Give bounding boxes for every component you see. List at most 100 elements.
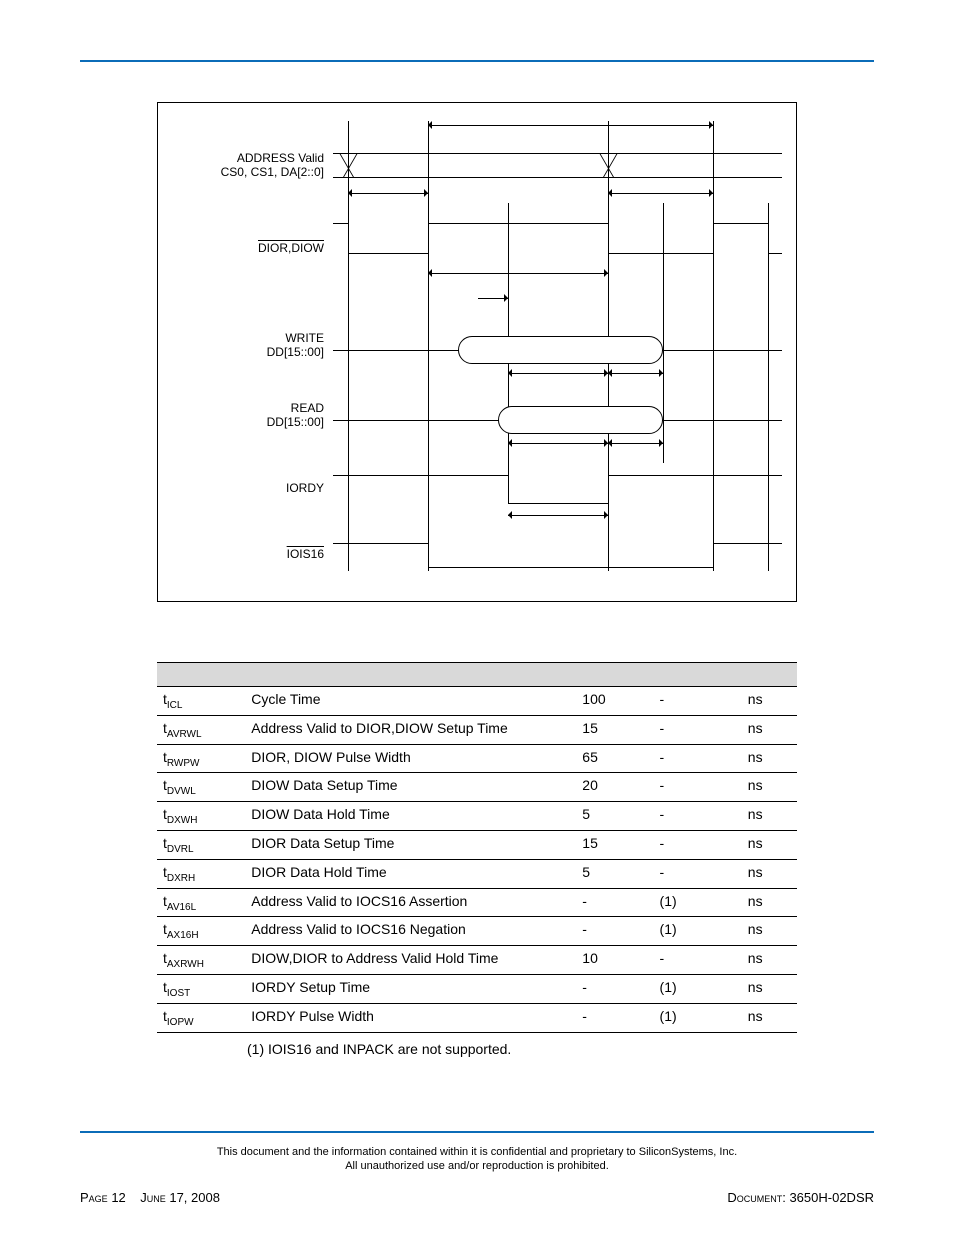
cell-desc: DIOR Data Setup Time <box>245 830 576 859</box>
cell-unit: ns <box>742 687 797 716</box>
cell-symbol: tAX16H <box>157 917 245 946</box>
cell-desc: DIOW Data Hold Time <box>245 802 576 831</box>
cell-symbol: tDVWL <box>157 773 245 802</box>
cell-min: - <box>576 917 653 946</box>
cell-min: 65 <box>576 744 653 773</box>
label-iordy: IORDY <box>286 481 324 495</box>
cell-unit: ns <box>742 830 797 859</box>
cell-unit: ns <box>742 859 797 888</box>
cell-desc: Address Valid to IOCS16 Negation <box>245 917 576 946</box>
cell-min: 10 <box>576 946 653 975</box>
cell-desc: DIOR Data Hold Time <box>245 859 576 888</box>
cell-desc: IORDY Setup Time <box>245 974 576 1003</box>
label-address: ADDRESS Valid CS0, CS1, DA[2::0] <box>221 151 324 179</box>
cell-max: - <box>654 830 742 859</box>
cell-max: - <box>654 744 742 773</box>
cell-max: - <box>654 946 742 975</box>
cell-unit: ns <box>742 946 797 975</box>
timing-table-body: tICLCycle Time100-nstAVRWLAddress Valid … <box>157 687 797 1033</box>
table-row: tAX16HAddress Valid to IOCS16 Negation-(… <box>157 917 797 946</box>
cell-max: (1) <box>654 917 742 946</box>
cell-max: - <box>654 773 742 802</box>
cell-min: - <box>576 1003 653 1032</box>
page-label: Page <box>80 1190 108 1205</box>
cell-min: 5 <box>576 802 653 831</box>
cell-unit: ns <box>742 917 797 946</box>
cell-desc: Address Valid to DIOR,DIOW Setup Time <box>245 715 576 744</box>
footer-date: June 17, 2008 <box>140 1190 220 1205</box>
cell-desc: IORDY Pulse Width <box>245 1003 576 1032</box>
cell-min: 20 <box>576 773 653 802</box>
cell-max: - <box>654 859 742 888</box>
cell-max: - <box>654 715 742 744</box>
doc-number: 3650H-02DSR <box>789 1190 874 1205</box>
cell-min: 100 <box>576 687 653 716</box>
table-row: tDXWHDIOW Data Hold Time5-ns <box>157 802 797 831</box>
cell-max: (1) <box>654 974 742 1003</box>
cell-symbol: tAVRWL <box>157 715 245 744</box>
cell-unit: ns <box>742 974 797 1003</box>
table-row: tDXRHDIOR Data Hold Time5-ns <box>157 859 797 888</box>
table-header-row <box>157 663 797 687</box>
cell-unit: ns <box>742 744 797 773</box>
cell-max: - <box>654 802 742 831</box>
label-write: WRITE DD[15::00] <box>267 331 324 359</box>
footer-left: Page 12 June 17, 2008 <box>80 1190 220 1205</box>
cell-symbol: tICL <box>157 687 245 716</box>
table-footnote: (1) IOIS16 and INPACK are not supported. <box>157 1041 797 1057</box>
table-row: tRWPWDIOR, DIOW Pulse Width65-ns <box>157 744 797 773</box>
table-row: tIOSTIORDY Setup Time-(1)ns <box>157 974 797 1003</box>
footer-right: Document: 3650H-02DSR <box>727 1190 874 1205</box>
label-address-line2: CS0, CS1, DA[2::0] <box>221 165 324 179</box>
cell-max: - <box>654 687 742 716</box>
cell-min: - <box>576 974 653 1003</box>
cell-unit: ns <box>742 773 797 802</box>
confidential-notice: This document and the information contai… <box>80 1145 874 1173</box>
cell-symbol: tDXRH <box>157 859 245 888</box>
label-read-line2: DD[15::00] <box>267 415 324 429</box>
cell-symbol: tAXRWH <box>157 946 245 975</box>
cell-unit: ns <box>742 802 797 831</box>
footer-rule <box>80 1131 874 1133</box>
table-row: tAVRWLAddress Valid to DIOR,DIOW Setup T… <box>157 715 797 744</box>
cell-max: (1) <box>654 1003 742 1032</box>
label-iois16: IOIS16 <box>287 547 324 561</box>
cell-desc: DIOR, DIOW Pulse Width <box>245 744 576 773</box>
confidential-line1: This document and the information contai… <box>217 1146 737 1158</box>
cell-desc: Address Valid to IOCS16 Assertion <box>245 888 576 917</box>
page-number: 12 <box>111 1190 125 1205</box>
cell-desc: DIOW,DIOR to Address Valid Hold Time <box>245 946 576 975</box>
cell-min: 15 <box>576 715 653 744</box>
cell-symbol: tDXWH <box>157 802 245 831</box>
header-rule <box>80 60 874 62</box>
label-write-line1: WRITE <box>285 331 324 345</box>
cell-symbol: tRWPW <box>157 744 245 773</box>
table-row: tIOPWIORDY Pulse Width-(1)ns <box>157 1003 797 1032</box>
cell-unit: ns <box>742 715 797 744</box>
page-footer: Page 12 June 17, 2008 Document: 3650H-02… <box>80 1190 874 1205</box>
table-row: tDVRLDIOR Data Setup Time15-ns <box>157 830 797 859</box>
cell-unit: ns <box>742 1003 797 1032</box>
label-read-line1: READ <box>291 401 324 415</box>
table-row: tAXRWHDIOW,DIOR to Address Valid Hold Ti… <box>157 946 797 975</box>
table-row: tICLCycle Time100-ns <box>157 687 797 716</box>
cell-min: 15 <box>576 830 653 859</box>
cell-symbol: tIOPW <box>157 1003 245 1032</box>
timing-table: tICLCycle Time100-nstAVRWLAddress Valid … <box>157 662 797 1033</box>
table-row: tAV16LAddress Valid to IOCS16 Assertion-… <box>157 888 797 917</box>
label-write-line2: DD[15::00] <box>267 345 324 359</box>
label-read: READ DD[15::00] <box>267 401 324 429</box>
cell-desc: DIOW Data Setup Time <box>245 773 576 802</box>
cell-min: - <box>576 888 653 917</box>
label-dior-diow: DIOR,DIOW <box>258 241 324 255</box>
table-row: tDVWLDIOW Data Setup Time20-ns <box>157 773 797 802</box>
cell-min: 5 <box>576 859 653 888</box>
label-address-line1: ADDRESS Valid <box>237 151 324 165</box>
cell-unit: ns <box>742 888 797 917</box>
cell-symbol: tAV16L <box>157 888 245 917</box>
cell-max: (1) <box>654 888 742 917</box>
cell-desc: Cycle Time <box>245 687 576 716</box>
doc-label: Document: <box>727 1190 786 1205</box>
cell-symbol: tDVRL <box>157 830 245 859</box>
cell-symbol: tIOST <box>157 974 245 1003</box>
